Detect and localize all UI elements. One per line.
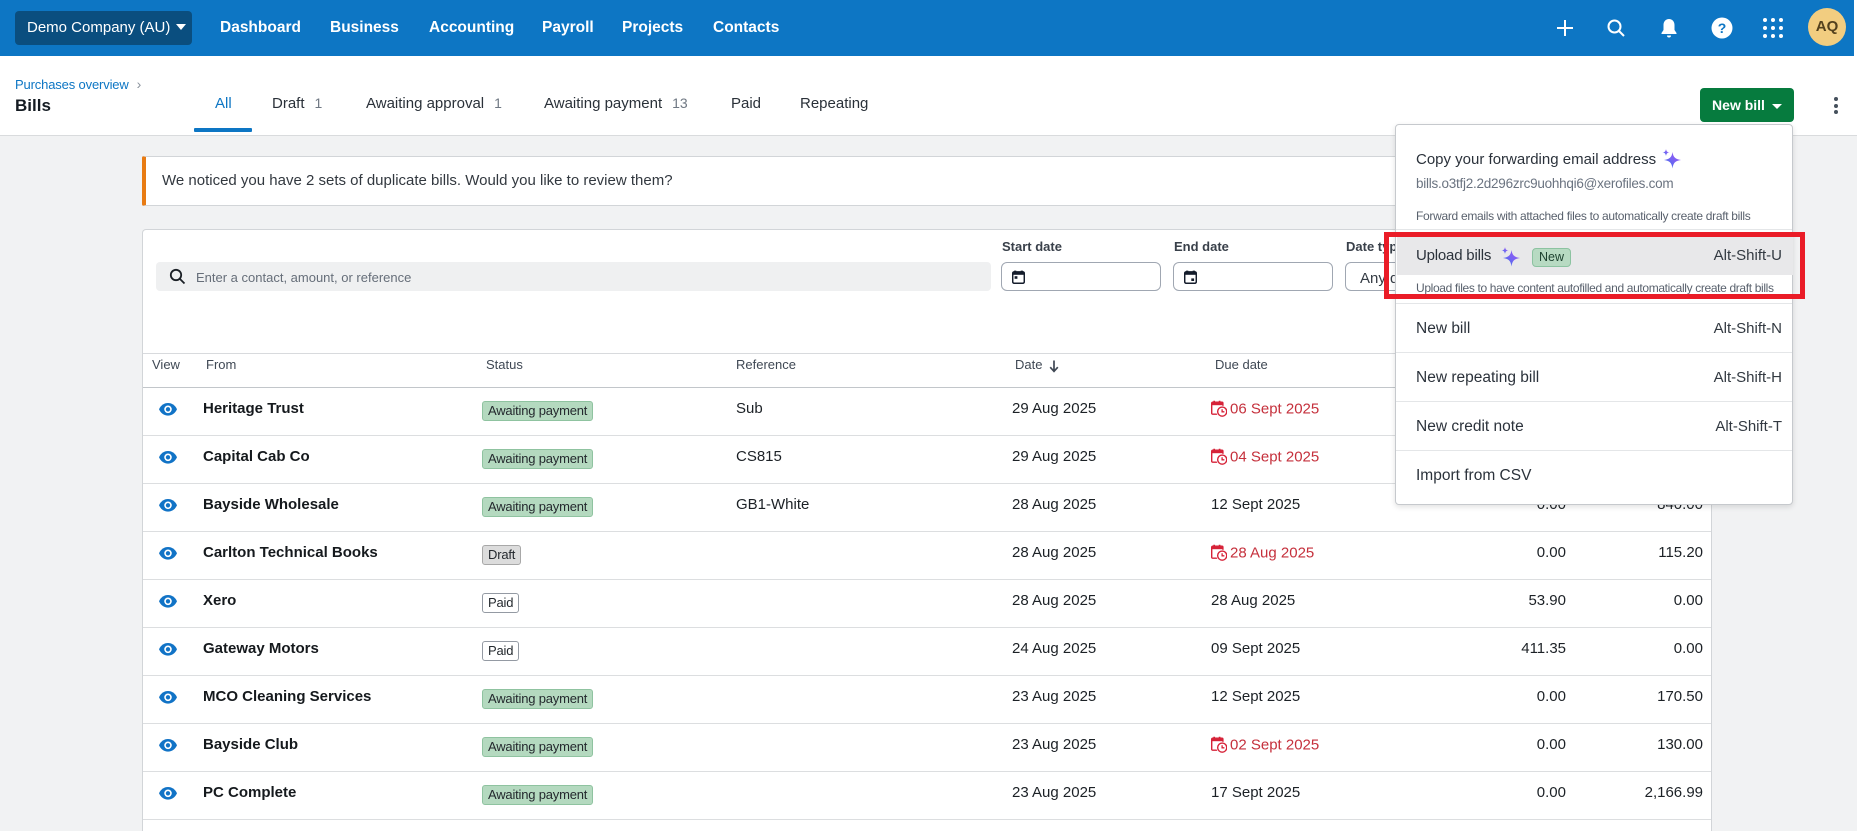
svg-text:?: ? — [1718, 20, 1727, 36]
